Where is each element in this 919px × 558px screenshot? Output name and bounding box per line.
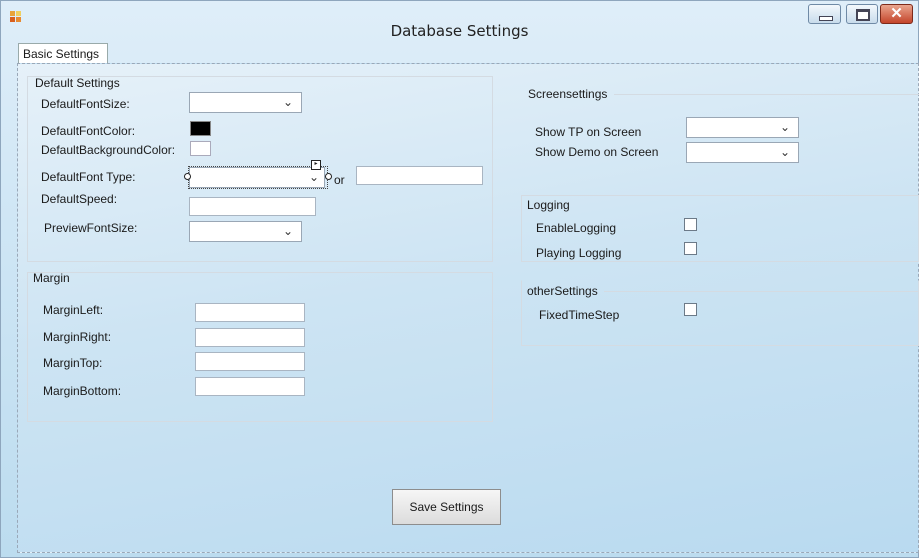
- group-margin: Margin: [27, 271, 493, 422]
- or-label: or: [334, 173, 345, 187]
- margin-top-label: MarginTop:: [43, 356, 103, 370]
- show-demo-select[interactable]: ⌄: [686, 142, 799, 163]
- group-title-other-settings: otherSettings: [527, 284, 598, 298]
- preview-font-size-select[interactable]: ⌄: [189, 221, 302, 242]
- tab-basic-settings[interactable]: Basic Settings: [18, 43, 108, 63]
- default-background-color-swatch[interactable]: [190, 141, 211, 156]
- default-font-color-label: DefaultFontColor:: [41, 124, 136, 138]
- margin-right-label: MarginRight:: [43, 330, 112, 344]
- chevron-down-icon[interactable]: ⌄: [780, 145, 790, 159]
- window-title: Database Settings: [390, 22, 529, 40]
- minimize-button[interactable]: [808, 4, 841, 24]
- playing-logging-checkbox[interactable]: [684, 242, 697, 255]
- window: Database Settings ✕ Basic Settings Defau…: [0, 0, 919, 558]
- close-button[interactable]: ✕: [880, 4, 913, 24]
- group-title-default-settings: Default Settings: [35, 76, 120, 90]
- title-bar[interactable]: Database Settings ✕: [1, 1, 918, 41]
- margin-bottom-label: MarginBottom:: [43, 384, 122, 398]
- group-title-screen-settings: Screensettings: [528, 87, 608, 101]
- smart-tag-icon[interactable]: ▸: [311, 160, 321, 170]
- default-font-color-swatch[interactable]: [190, 121, 211, 136]
- designer-selection-frame: [188, 166, 328, 189]
- default-font-size-select[interactable]: ⌄: [189, 92, 302, 113]
- default-font-type-custom-input[interactable]: [356, 166, 483, 185]
- margin-left-input[interactable]: [195, 303, 305, 322]
- close-icon: ✕: [890, 5, 903, 22]
- fixed-time-step-checkbox[interactable]: [684, 303, 697, 316]
- show-tp-label: Show TP on Screen: [535, 125, 642, 139]
- chevron-down-icon[interactable]: ⌄: [780, 120, 790, 134]
- preview-font-size-label: PreviewFontSize:: [44, 221, 138, 235]
- default-font-type-label: DefaultFont Type:: [41, 170, 136, 184]
- fixed-time-step-label: FixedTimeStep: [539, 308, 620, 322]
- chevron-down-icon[interactable]: ⌄: [283, 95, 293, 109]
- default-font-size-label: DefaultFontSize:: [41, 97, 130, 111]
- group-title-margin: Margin: [33, 271, 70, 285]
- margin-bottom-input[interactable]: [195, 377, 305, 396]
- designer-handle-left[interactable]: [184, 173, 191, 180]
- chevron-down-icon[interactable]: ⌄: [283, 224, 293, 238]
- maximize-button[interactable]: [846, 4, 878, 24]
- margin-left-label: MarginLeft:: [43, 303, 104, 317]
- save-settings-button[interactable]: Save Settings: [392, 489, 501, 525]
- margin-right-input[interactable]: [195, 328, 305, 347]
- default-background-color-label: DefaultBackgroundColor:: [41, 143, 176, 157]
- tab-page-basic-settings: Default Settings DefaultFontSize: ⌄ Defa…: [17, 63, 919, 553]
- enable-logging-label: EnableLogging: [536, 221, 617, 235]
- default-speed-input[interactable]: [189, 197, 316, 216]
- group-title-logging: Logging: [527, 198, 570, 212]
- designer-handle-right[interactable]: [325, 173, 332, 180]
- margin-top-input[interactable]: [195, 352, 305, 371]
- enable-logging-checkbox[interactable]: [684, 218, 697, 231]
- save-settings-label: Save Settings: [409, 500, 484, 514]
- default-speed-label: DefaultSpeed:: [41, 192, 118, 206]
- show-tp-select[interactable]: ⌄: [686, 117, 799, 138]
- playing-logging-label: Playing Logging: [536, 246, 622, 260]
- show-demo-label: Show Demo on Screen: [535, 145, 659, 159]
